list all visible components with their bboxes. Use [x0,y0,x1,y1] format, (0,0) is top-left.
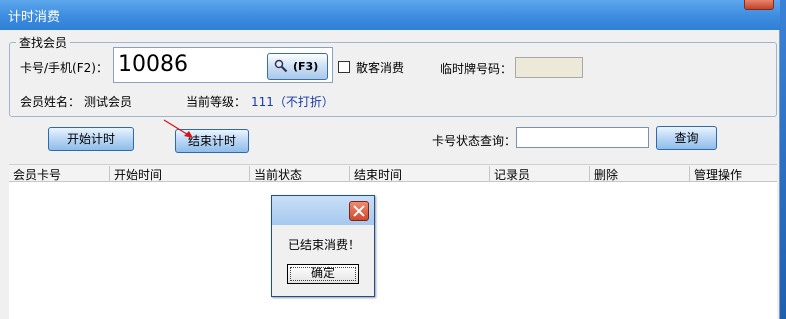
walkin-checkbox[interactable] [338,61,350,73]
temp-plate-input[interactable] [515,57,583,78]
message-dialog: 已结束消费！ 确定 [271,195,375,297]
records-table-header: 会员卡号 开始时间 当前状态 结束时间 记录员 删除 管理操作 [9,164,777,182]
search-f3-button[interactable]: (F3) [267,53,328,80]
member-name-label: 会员姓名： [20,95,81,109]
walkin-label: 散客消费 [356,61,405,75]
member-name-value: 测试会员 [84,95,133,109]
query-button[interactable]: 查询 [656,126,717,150]
records-table-body [9,182,777,319]
column-header-manage[interactable]: 管理操作 [689,166,742,182]
card-number-label: 卡号/手机(F2)： [20,61,108,75]
status-query-label: 卡号状态查询： [432,134,517,148]
column-header-status[interactable]: 当前状态 [249,166,302,182]
member-level-value: 111（不打折） [251,95,334,109]
title-bar: 计时消费 [0,0,780,30]
start-timing-button[interactable]: 开始计时 [48,127,134,151]
column-header-delete[interactable]: 删除 [589,166,618,182]
temp-plate-label: 临时牌号码： [440,62,513,76]
status-query-input[interactable] [516,127,649,148]
dialog-ok-button[interactable]: 确定 [287,264,359,284]
dialog-close-icon[interactable] [349,201,369,221]
dialog-message: 已结束消费！ [288,238,361,252]
column-header-start-time[interactable]: 开始时间 [109,166,162,182]
column-header-recorder[interactable]: 记录员 [489,166,530,182]
f3-label: (F3) [293,60,319,73]
member-level-label: 当前等级： [186,95,247,109]
card-number-value: 10086 [118,52,188,77]
column-header-end-time[interactable]: 结束时间 [349,166,402,182]
column-header-card[interactable]: 会员卡号 [9,166,61,182]
member-search-legend: 查找会员 [16,34,71,51]
search-icon [274,59,288,73]
timed-consumption-window: 计时消费 查找会员 卡号/手机(F2)： 10086 (F3) 散客消费 临时牌… [0,0,780,319]
window-close-button[interactable] [744,0,774,10]
background-strip [780,0,786,319]
pointer-arrow-icon [163,119,193,138]
window-title: 计时消费 [8,10,61,25]
